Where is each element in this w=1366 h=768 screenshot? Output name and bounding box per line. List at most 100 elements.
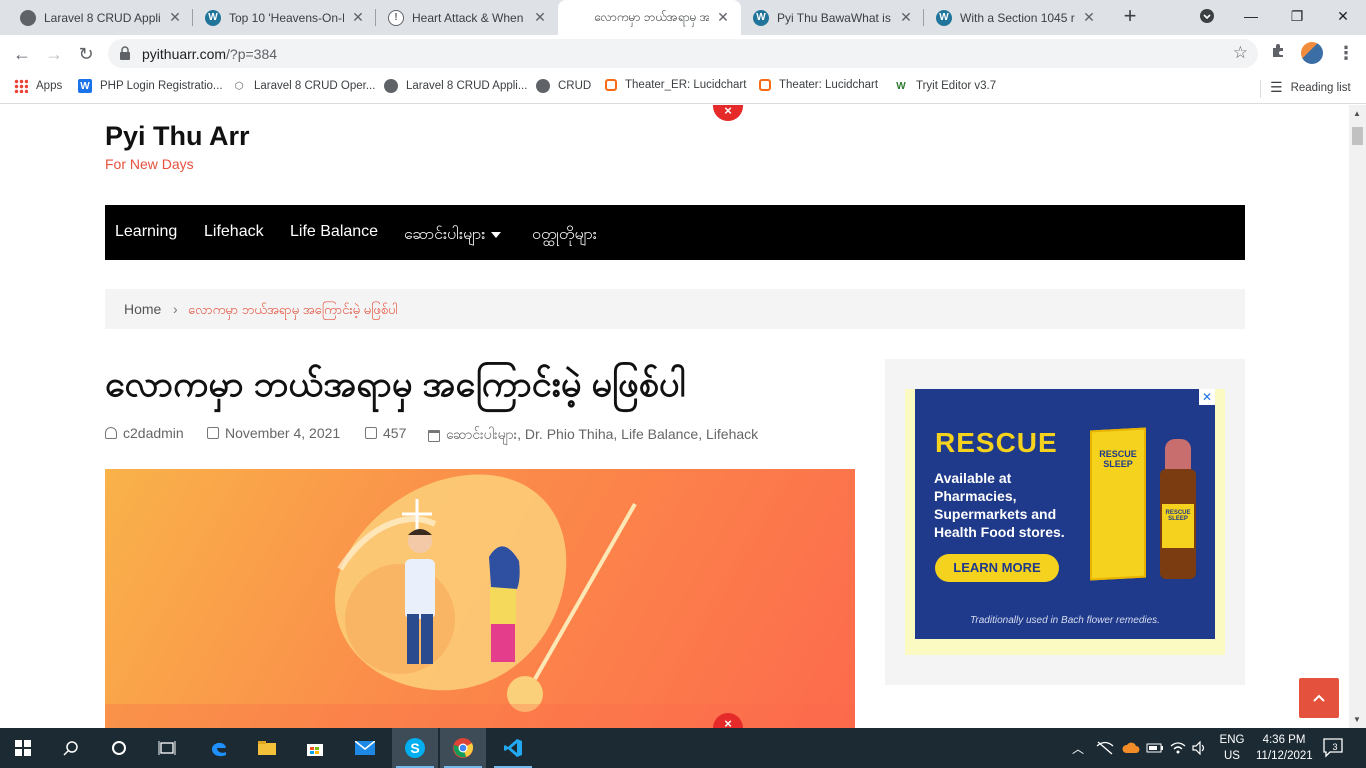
- edge-icon[interactable]: [196, 728, 242, 768]
- close-tab-icon[interactable]: ✕: [898, 9, 914, 26]
- bookmark-label: Theater: Lucidchart: [779, 79, 879, 91]
- globe-icon: [384, 79, 398, 93]
- battery-icon[interactable]: [1146, 728, 1164, 768]
- file-explorer-icon[interactable]: [244, 728, 290, 768]
- language-indicator[interactable]: ENG US: [1218, 732, 1246, 764]
- breadcrumb-home[interactable]: Home: [124, 301, 161, 317]
- scrollbar-thumb[interactable]: [1352, 127, 1363, 145]
- forward-arrow-icon[interactable]: →: [40, 40, 68, 68]
- post-date[interactable]: November 4, 2021: [207, 425, 340, 441]
- nav-item-articles[interactable]: ဆောင်းပါးများ: [404, 223, 502, 247]
- bookmark-laravel-appli[interactable]: Laravel 8 CRUD Appli...: [384, 79, 527, 93]
- network-off-icon[interactable]: [1096, 728, 1114, 768]
- clock-date: 11/12/2021: [1256, 750, 1313, 762]
- bookmark-theater[interactable]: Theater: Lucidchart: [759, 79, 878, 91]
- tab-search-icon[interactable]: [1184, 0, 1230, 32]
- breadcrumb-current: လောကမှာ ဘယ်အရာမှ အကြောင်းမဲ့ မဖြစ်ပါ: [188, 302, 398, 317]
- close-tab-icon[interactable]: ✕: [715, 9, 731, 26]
- tab-heart-attack[interactable]: ! Heart Attack & When do ✕: [376, 0, 558, 35]
- reading-list-label: Reading list: [1290, 81, 1351, 94]
- skype-icon[interactable]: S: [392, 728, 438, 768]
- tab-active-post[interactable]: လောကမှာ ဘယ်အရာမှ အ ✕: [558, 0, 741, 35]
- extensions-icon[interactable]: [1270, 42, 1286, 63]
- calendar-icon: [207, 427, 219, 439]
- wordpress-icon: W: [753, 9, 769, 26]
- globe-icon: [536, 79, 550, 93]
- bookmark-apps[interactable]: Apps: [14, 79, 62, 93]
- tab-laravel-crud[interactable]: Laravel 8 CRUD Applicat ✕: [8, 0, 193, 35]
- tab-title: Top 10 'Heavens-On-Ear: [229, 10, 344, 25]
- scroll-up-icon[interactable]: ▲: [1353, 109, 1361, 118]
- scroll-to-top-button[interactable]: [1299, 678, 1339, 718]
- post-author[interactable]: c2dadmin: [105, 425, 184, 441]
- post-categories[interactable]: ဆောင်းပါးများ, Dr. Phio Thiha, Life Bala…: [428, 425, 758, 446]
- close-tab-icon[interactable]: ✕: [167, 9, 183, 26]
- cloud-icon[interactable]: [1122, 728, 1140, 768]
- bookmark-laravel-oper[interactable]: ⬡ Laravel 8 CRUD Oper...: [232, 79, 376, 93]
- tab-title: Heart Attack & When do: [412, 10, 526, 25]
- browser-menu-icon[interactable]: ⋮: [1336, 42, 1356, 64]
- system-clock[interactable]: 4:36 PM 11/12/2021: [1256, 732, 1313, 764]
- reload-icon[interactable]: ↻: [72, 40, 100, 68]
- ad-close-icon[interactable]: ×: [713, 105, 743, 121]
- tab-pyi-thu-bawa[interactable]: W Pyi Thu BawaWhat is blo ✕: [741, 0, 924, 35]
- nav-item-learning[interactable]: Learning: [115, 223, 177, 241]
- bookmark-theater-er[interactable]: Theater_ER: Lucidchart: [605, 79, 746, 91]
- web-page: Pyi Thu Arr For New Days × Learning Life…: [0, 105, 1349, 728]
- reading-list-button[interactable]: ☰ Reading list: [1270, 79, 1351, 96]
- new-tab-button[interactable]: +: [1118, 4, 1142, 28]
- categories-text: ဆောင်းပါးများ, Dr. Phio Thiha, Life Bala…: [446, 426, 759, 442]
- site-title[interactable]: Pyi Thu Arr: [105, 121, 250, 152]
- lucidchart-icon: [759, 79, 771, 91]
- volume-icon[interactable]: [1192, 728, 1208, 768]
- search-icon[interactable]: [48, 728, 94, 768]
- windows-taskbar: S ︿ ENG US 4:36 PM 11/12/2021 3: [0, 728, 1366, 768]
- tab-top-10-heavens[interactable]: W Top 10 'Heavens-On-Ear ✕: [193, 0, 376, 35]
- notification-center-icon[interactable]: 3: [1322, 736, 1346, 760]
- address-bar[interactable]: pyithuarr.com/?p=384 ☆: [108, 39, 1258, 68]
- bookmark-crud[interactable]: CRUD: [536, 79, 591, 93]
- url-host: pyithuarr.com: [142, 46, 227, 62]
- post-comments[interactable]: 457: [365, 425, 406, 441]
- w3schools-icon: W: [78, 79, 92, 93]
- bookmark-label: Tryit Editor v3.7: [916, 80, 997, 92]
- learn-more-button[interactable]: LEARN MORE: [935, 554, 1059, 582]
- show-hidden-icons[interactable]: ︿: [1072, 728, 1084, 768]
- bookmark-tryit[interactable]: W Tryit Editor v3.7: [894, 79, 996, 93]
- tab-title: လောကမှာ ဘယ်အရာမှ အ: [594, 9, 709, 24]
- comment-icon: [365, 427, 377, 439]
- tab-title: With a Section 1045 rollo: [960, 10, 1075, 25]
- tab-section-1045[interactable]: W With a Section 1045 rollo ✕: [924, 0, 1107, 35]
- minimize-button[interactable]: —: [1228, 0, 1274, 32]
- nav-item-life-balance[interactable]: Life Balance: [290, 223, 378, 241]
- bookmark-star-icon[interactable]: ☆: [1233, 43, 1248, 63]
- lucidchart-icon: [605, 79, 617, 91]
- bookmark-label: Laravel 8 CRUD Oper...: [254, 80, 376, 92]
- vscode-icon[interactable]: [490, 728, 536, 768]
- restore-button[interactable]: ❐: [1274, 0, 1320, 32]
- chrome-icon[interactable]: [440, 728, 486, 768]
- task-view-icon[interactable]: [144, 728, 190, 768]
- page-scrollbar[interactable]: ▲ ▼: [1349, 105, 1366, 728]
- back-arrow-icon[interactable]: ←: [8, 40, 36, 68]
- close-tab-icon[interactable]: ✕: [350, 9, 366, 26]
- cortana-icon[interactable]: [96, 728, 142, 768]
- close-tab-icon[interactable]: ✕: [1081, 9, 1097, 26]
- store-icon[interactable]: [292, 728, 338, 768]
- url-path: /?p=384: [226, 46, 278, 62]
- rescue-ad-banner[interactable]: RESCUE Available at Pharmacies, Supermar…: [905, 389, 1225, 655]
- nav-item-lifehack[interactable]: Lifehack: [204, 223, 264, 241]
- tab-title: Pyi Thu BawaWhat is blo: [777, 10, 892, 25]
- bookmark-php-login[interactable]: W PHP Login Registratio...: [78, 79, 223, 93]
- ad-creative[interactable]: RESCUE Available at Pharmacies, Supermar…: [915, 389, 1215, 639]
- nav-item-short-stories[interactable]: ဝတ္ထုတိုများ: [532, 223, 597, 247]
- close-tab-icon[interactable]: ✕: [532, 9, 548, 26]
- windows-start-icon[interactable]: [0, 728, 46, 768]
- wifi-icon[interactable]: [1170, 728, 1186, 768]
- ad-choices-close-icon[interactable]: ✕: [1199, 389, 1215, 405]
- profile-avatar[interactable]: [1301, 42, 1323, 64]
- scroll-down-icon[interactable]: ▼: [1353, 715, 1361, 724]
- mail-icon[interactable]: [342, 728, 388, 768]
- bookmark-label: PHP Login Registratio...: [100, 80, 223, 92]
- close-window-button[interactable]: ✕: [1320, 0, 1366, 32]
